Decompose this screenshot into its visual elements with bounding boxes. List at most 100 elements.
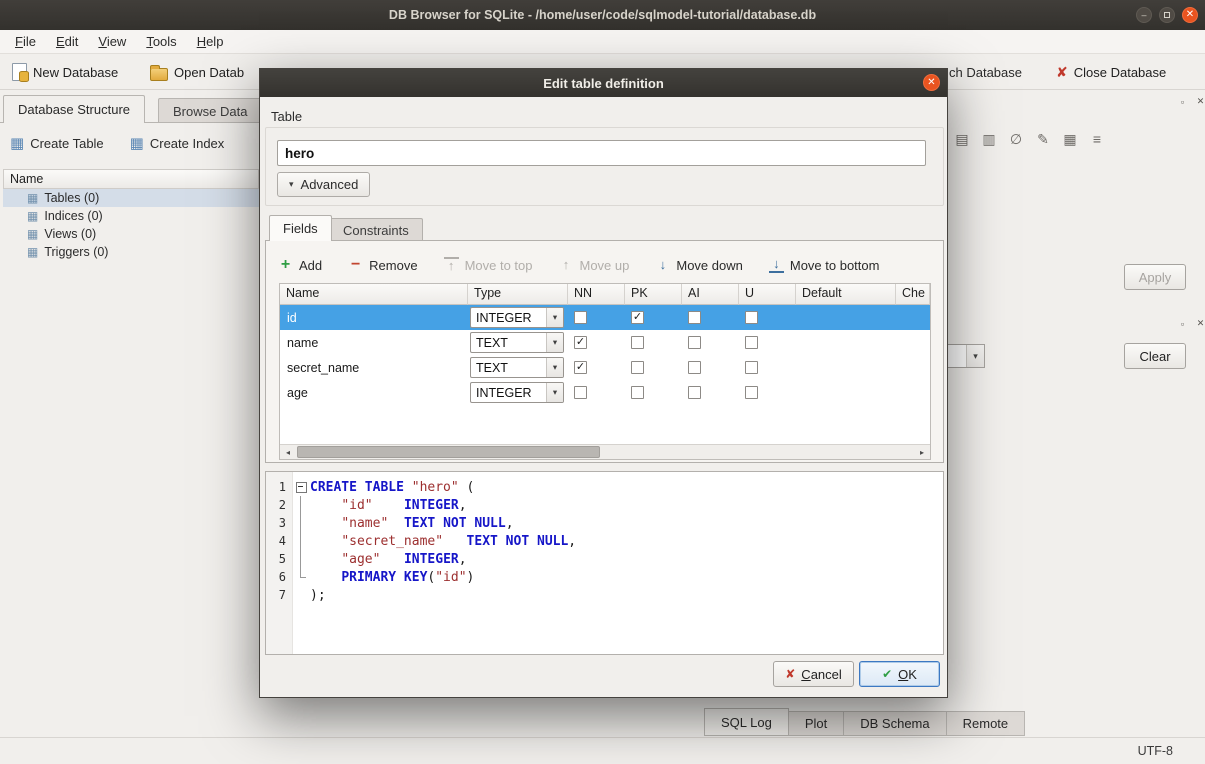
tab-fields[interactable]: Fields (269, 215, 332, 241)
clear-button[interactable]: Clear (1124, 343, 1186, 369)
move-down-button[interactable]: ↓Move down (655, 258, 742, 273)
create-table-button[interactable]: ▦ Create Table (4, 129, 110, 157)
window-titlebar[interactable]: DB Browser for SQLite - /home/user/code/… (0, 0, 1205, 30)
scroll-right-icon[interactable]: ▸ (914, 445, 930, 459)
menu-file[interactable]: File (5, 30, 46, 53)
tab-browse-data[interactable]: Browse Data (158, 98, 262, 123)
tree-item-tables[interactable]: ▦Tables (0) (3, 189, 259, 207)
encoding-indicator[interactable]: UTF-8 (1138, 744, 1173, 758)
dialog-close-button[interactable]: ✕ (923, 74, 940, 91)
close-database-button[interactable]: ✘ Close Database (1048, 58, 1174, 86)
list-icon-button[interactable]: ≡ (1085, 127, 1109, 151)
ai-checkbox[interactable] (688, 386, 701, 399)
bottom-tab-sql-log[interactable]: SQL Log (704, 708, 789, 736)
pk-checkbox[interactable]: ✓ (631, 311, 644, 324)
pk-checkbox[interactable] (631, 336, 644, 349)
type-combobox[interactable]: INTEGER▾ (470, 307, 564, 328)
close-dock-icon[interactable]: ✕ (1194, 317, 1205, 330)
bottom-tab-plot[interactable]: Plot (789, 711, 844, 736)
column-header-nn[interactable]: NN (568, 284, 625, 305)
remove-button[interactable]: −Remove (348, 258, 417, 273)
new-database-button[interactable]: New Database (4, 58, 126, 86)
apply-button[interactable]: Apply (1124, 264, 1186, 290)
field-name-cell[interactable]: id (280, 305, 468, 330)
open-database-button[interactable]: Open Datab (142, 58, 252, 86)
field-row-secret-name[interactable]: secret_nameTEXT▾ ✓ (280, 355, 930, 380)
tab-database-structure[interactable]: Database Structure (3, 95, 145, 123)
move-to-bottom-button[interactable]: ↓Move to bottom (769, 257, 880, 273)
ai-checkbox[interactable] (688, 336, 701, 349)
cancel-button[interactable]: ✘ Cancel (773, 661, 854, 687)
field-row-name[interactable]: nameTEXT▾ ✓ (280, 330, 930, 355)
nn-checkbox[interactable] (574, 311, 587, 324)
default-cell[interactable] (796, 330, 896, 355)
horizontal-scrollbar[interactable]: ◂ ▸ (280, 444, 930, 459)
create-index-button[interactable]: ▦ Create Index (124, 129, 231, 157)
column-header-default[interactable]: Default (796, 284, 896, 305)
float-dock-icon[interactable]: ▫ (1176, 317, 1189, 330)
tab-constraints[interactable]: Constraints (329, 218, 423, 241)
tree-item-indices[interactable]: ▦Indices (0) (3, 207, 259, 225)
type-combobox[interactable]: TEXT▾ (470, 332, 564, 353)
bottom-tab-remote[interactable]: Remote (947, 711, 1026, 736)
tree-item-views[interactable]: ▦Views (0) (3, 225, 259, 243)
column-header-pk[interactable]: PK (625, 284, 682, 305)
folder-icon-button[interactable]: ▥ (977, 127, 1001, 151)
field-row-age[interactable]: ageINTEGER▾ (280, 380, 930, 405)
pk-checkbox[interactable] (631, 386, 644, 399)
close-window-button[interactable]: ✕ (1182, 7, 1198, 23)
field-name-cell[interactable]: secret_name (280, 355, 468, 380)
menu-help[interactable]: Help (187, 30, 234, 53)
partial-combobox[interactable]: ▾ (946, 344, 985, 368)
check-cell[interactable] (896, 305, 930, 330)
scroll-left-icon[interactable]: ◂ (280, 445, 296, 459)
ai-checkbox[interactable] (688, 361, 701, 374)
default-cell[interactable] (796, 305, 896, 330)
dialog-titlebar[interactable]: Edit table definition ✕ (260, 69, 947, 97)
menu-view[interactable]: View (88, 30, 136, 53)
document-icon-button[interactable]: ▤ (950, 127, 974, 151)
null-icon-button[interactable]: ∅ (1004, 127, 1028, 151)
u-checkbox[interactable] (745, 311, 758, 324)
bottom-tab-db-schema[interactable]: DB Schema (844, 711, 946, 736)
u-checkbox[interactable] (745, 386, 758, 399)
move-up-button[interactable]: ↑Move up (559, 258, 630, 273)
move-to-top-button[interactable]: ↑Move to top (444, 257, 533, 273)
field-name-cell[interactable]: name (280, 330, 468, 355)
add-button[interactable]: +Add (278, 258, 322, 273)
pk-checkbox[interactable] (631, 361, 644, 374)
u-checkbox[interactable] (745, 361, 758, 374)
float-dock-icon[interactable]: ▫ (1176, 95, 1189, 108)
check-cell[interactable] (896, 330, 930, 355)
scrollbar-thumb[interactable] (297, 446, 600, 458)
column-header-name[interactable]: Name (280, 284, 468, 305)
tree-header-name[interactable]: Name (3, 169, 259, 189)
default-cell[interactable] (796, 380, 896, 405)
grid-icon-button[interactable]: ▦ (1058, 127, 1082, 151)
nn-checkbox[interactable]: ✓ (574, 336, 587, 349)
table-name-input[interactable] (277, 140, 926, 166)
nn-checkbox[interactable] (574, 386, 587, 399)
nn-checkbox[interactable]: ✓ (574, 361, 587, 374)
u-checkbox[interactable] (745, 336, 758, 349)
attach-database-button-partial[interactable]: ch Database (949, 65, 1022, 80)
ai-checkbox[interactable] (688, 311, 701, 324)
default-cell[interactable] (796, 355, 896, 380)
check-cell[interactable] (896, 355, 930, 380)
ok-button[interactable]: ✔ OK (859, 661, 940, 687)
column-header-ai[interactable]: AI (682, 284, 739, 305)
field-row-id[interactable]: idINTEGER▾ ✓ (280, 305, 930, 330)
menu-edit[interactable]: Edit (46, 30, 88, 53)
tree-item-triggers[interactable]: ▦Triggers (0) (3, 243, 259, 261)
column-header-type[interactable]: Type (468, 284, 568, 305)
type-combobox[interactable]: TEXT▾ (470, 357, 564, 378)
menu-tools[interactable]: Tools (136, 30, 186, 53)
check-cell[interactable] (896, 380, 930, 405)
fold-collapse-icon[interactable] (293, 478, 310, 496)
minimize-button[interactable]: – (1136, 7, 1152, 23)
maximize-button[interactable] (1159, 7, 1175, 23)
advanced-toggle-button[interactable]: ▾ Advanced (277, 172, 370, 197)
column-header-u[interactable]: U (739, 284, 796, 305)
pencil-icon-button[interactable]: ✎ (1031, 127, 1055, 151)
close-dock-icon[interactable]: ✕ (1194, 95, 1205, 108)
